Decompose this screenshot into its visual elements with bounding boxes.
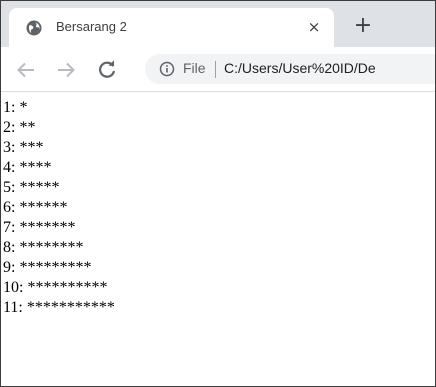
output-line: 9: ********* — [3, 259, 92, 276]
tab-title: Bersarang 2 — [56, 19, 127, 34]
globe-icon — [26, 20, 42, 36]
address-bar[interactable]: File C:/Users/User%20ID/De — [145, 54, 435, 84]
output-line: 7: ******* — [3, 219, 76, 236]
output-line: 10: ********** — [3, 279, 108, 296]
new-tab-button[interactable]: + — [351, 15, 375, 39]
back-arrow-icon[interactable] — [15, 59, 37, 81]
browser-window: Bersarang 2 × + File C:/Users/User%20ID/… — [0, 0, 436, 387]
output-line: 1: * — [3, 99, 28, 116]
output-line: 8: ******** — [3, 239, 84, 256]
output-line: 2: ** — [3, 119, 36, 136]
tab-strip: Bersarang 2 × + — [1, 1, 435, 47]
output-line: 3: *** — [3, 139, 44, 156]
url-text[interactable]: C:/Users/User%20ID/De — [224, 60, 376, 76]
output-line: 4: **** — [3, 159, 52, 176]
tab-close-button[interactable]: × — [305, 18, 323, 36]
output-line: 5: ***** — [3, 179, 60, 196]
address-divider — [215, 61, 216, 78]
reload-icon[interactable] — [96, 59, 118, 81]
output-line: 6: ****** — [3, 199, 68, 216]
tab-bersarang-2[interactable]: Bersarang 2 × — [9, 8, 334, 47]
browser-toolbar: File C:/Users/User%20ID/De — [1, 47, 435, 91]
page-content: 1: * 2: ** 3: *** 4: **** 5: ***** 6: **… — [1, 92, 435, 386]
scheme-label: File — [183, 60, 206, 76]
output-line: 11: *********** — [3, 299, 115, 316]
forward-arrow-icon[interactable] — [55, 59, 77, 81]
info-icon[interactable] — [159, 61, 175, 77]
